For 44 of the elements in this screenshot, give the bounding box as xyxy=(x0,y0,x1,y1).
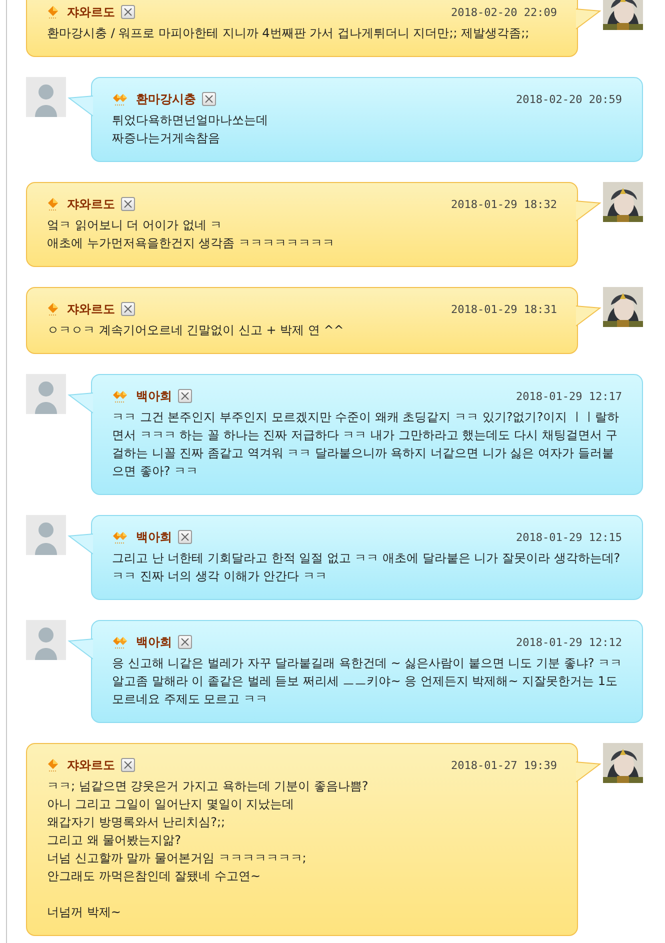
delete-button[interactable] xyxy=(121,197,135,211)
diamond-icon xyxy=(47,758,59,772)
message-text: 튀었다욕하면넌얼마나쏘는데 짜증나는거게속참음 xyxy=(112,112,269,147)
message-date: 2018-02-20 20:59 xyxy=(516,92,622,106)
message-date: 2018-01-29 18:32 xyxy=(451,198,557,210)
message-date: 2018-01-29 18:31 xyxy=(451,302,557,316)
message-date: 2018-01-27 19:39 xyxy=(451,758,557,772)
message-text: ㅋㅋ 그건 본주인지 부주인지 모르겠지만 수준이 왜캐 초딩같지 ㅋㅋ 있기?없기?이지 ㅣㅣ랄하면서 ㅋㅋㅋ 하는 꼴 하나는 진짜 저급하다 ㅋㅋ 내가 그만하라고 했는데도 다시 채팅걸면서 구걸하는 니꼴 진짜 좀같고 역겨워 ㅋㅋ 달라붙으니까 욕하지 너같으면 니가 싫은 여자가 들러붙으면 좋아? ㅋㅋ xyxy=(112,409,620,480)
message-date: 2018-01-29 12:17 xyxy=(516,390,622,402)
delete-button[interactable] xyxy=(121,302,135,316)
diamond-icon xyxy=(47,197,59,211)
double-diamond-icon xyxy=(112,635,128,649)
message-date: 2018-01-29 12:12 xyxy=(516,636,622,648)
message-text: 엌ㅋ 읽어보니 더 어이가 없네 ㅋ 애초에 누가먼저욕을한건지 생각좀 ㅋㅋㅋㅋㅋㅋㅋㅋ xyxy=(47,217,336,252)
delete-button[interactable] xyxy=(121,758,135,772)
author-name: 쟈와르도 xyxy=(67,300,115,318)
default-avatar-icon xyxy=(26,374,66,414)
message-date: 2018-02-20 22:09 xyxy=(451,6,557,18)
delete-button[interactable] xyxy=(178,635,192,649)
author-name: 쟈와르도 xyxy=(67,4,115,20)
author-name: 환마강시충 xyxy=(136,90,196,108)
default-avatar-icon xyxy=(26,77,66,117)
double-diamond-icon xyxy=(112,92,128,106)
message-text: 환마강시충 / 워프로 마피아한테 지니까 4번째판 가서 겁나게튀더니 지더만;; 제발생각좀;; xyxy=(47,25,530,42)
message-text: 그리고 난 너한테 기회달라고 한적 일절 없고 ㅋㅋ 애초에 달라붙은 니가 잘못이라 생각하는데? ㅋㅋ 진짜 너의 생각 이해가 안간다 ㅋㅋ xyxy=(112,550,622,585)
delete-button[interactable] xyxy=(202,92,216,106)
double-diamond-icon xyxy=(112,389,128,403)
message-date: 2018-01-29 12:15 xyxy=(516,530,622,544)
message-text: ㅋㅋ; 넘같으면 걍웃은거 가지고 욕하는데 기분이 좋음나쁨? 아니 그리고 그일이 일어난지 몇일이 지났는데 왜갑자기 방명록와서 난리치심?;; 그리고 왜 물어봤는지앎? 너넘 신고할까 말까 물어본거임 ㅋㅋㅋㅋㅋㅋㅋ; 안그래도 까먹은참인데 잘됐네 수고연~ 너넘꺼 박제~ xyxy=(47,778,370,921)
default-avatar-icon xyxy=(26,515,66,555)
author-name: 백아희 xyxy=(136,634,172,650)
delete-button[interactable] xyxy=(178,389,192,403)
default-avatar-icon xyxy=(26,620,66,660)
author-name: 백아희 xyxy=(136,388,172,404)
author-name: 쟈와르도 xyxy=(67,196,115,212)
delete-button[interactable] xyxy=(121,5,135,19)
double-diamond-icon xyxy=(112,530,128,544)
author-name: 백아희 xyxy=(136,528,172,546)
message-text: ㅇㅋㅇㅋ 계속기어오르네 긴말없이 신고 + 박제 연 ^^ xyxy=(47,322,345,339)
delete-button[interactable] xyxy=(178,530,192,544)
author-name: 쟈와르도 xyxy=(67,756,115,774)
diamond-icon xyxy=(47,5,59,19)
diamond-icon xyxy=(47,302,59,316)
message-text: 응 신고해 니같은 벌레가 자꾸 달라붙길래 욕한건데 ~ 싫은사람이 붙으면 니도 기분 좋냐? ㅋㅋ 알고좀 말해라 이 좉같은 벌레 듣보 쩌리세 ㅡㅡ키야~ 응 언제든지 박제해~ 지잘못한거는 1도 모르네요 주제도 모르고 ㅋㅋ xyxy=(112,655,622,708)
